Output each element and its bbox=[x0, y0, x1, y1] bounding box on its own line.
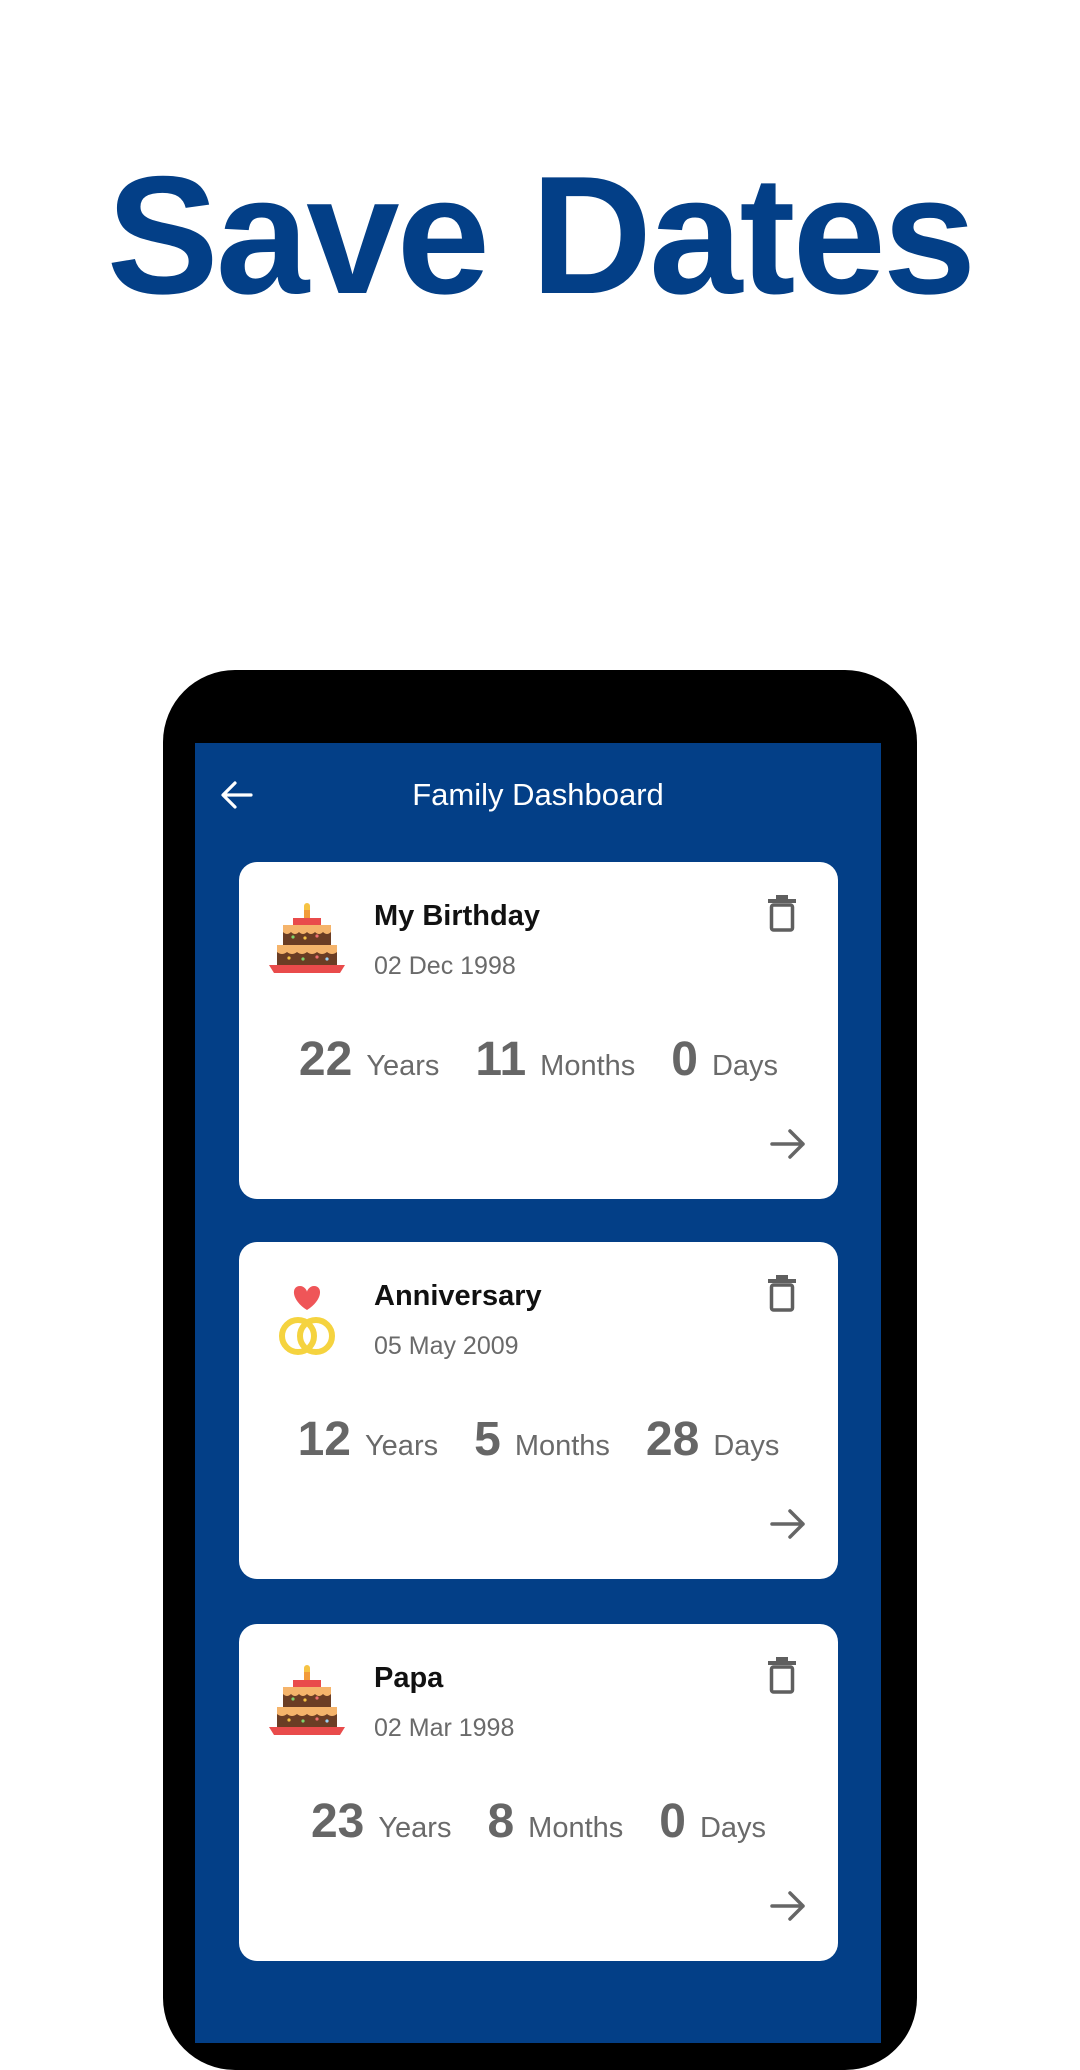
arrow-right-icon bbox=[770, 1891, 805, 1921]
months-value: 8 bbox=[487, 1795, 515, 1848]
days-label: Days bbox=[699, 1812, 767, 1844]
months-label: Months bbox=[528, 1812, 624, 1844]
years-label: Years bbox=[378, 1812, 452, 1844]
wedding-rings-icon bbox=[267, 1280, 347, 1360]
delete-button[interactable] bbox=[762, 1652, 802, 1698]
screen-title: Family Dashboard bbox=[412, 777, 664, 812]
years-stat: 12 Years bbox=[298, 1412, 439, 1468]
card-title: My Birthday bbox=[374, 900, 540, 932]
days-value: 0 bbox=[671, 1033, 698, 1086]
open-details-button[interactable] bbox=[766, 1124, 810, 1164]
trash-icon bbox=[768, 1657, 796, 1694]
card-title: Anniversary bbox=[374, 1280, 542, 1312]
card-date: 02 Mar 1998 bbox=[374, 1714, 515, 1742]
open-details-button[interactable] bbox=[766, 1886, 810, 1926]
card-date: 05 May 2009 bbox=[374, 1332, 519, 1360]
arrow-right-icon bbox=[770, 1509, 805, 1539]
birthday-cake-icon bbox=[267, 900, 347, 980]
years-value: 12 bbox=[297, 1413, 351, 1466]
days-stat: 0 Days bbox=[671, 1032, 778, 1088]
years-stat: 23 Years bbox=[311, 1794, 452, 1850]
card-title: Papa bbox=[374, 1662, 444, 1694]
app-bar: Family Dashboard bbox=[195, 743, 881, 847]
trash-icon bbox=[768, 895, 796, 932]
months-stat: 8 Months bbox=[487, 1794, 623, 1850]
days-stat: 0 Days bbox=[659, 1794, 766, 1850]
days-value: 28 bbox=[645, 1413, 700, 1466]
months-value: 5 bbox=[474, 1413, 501, 1466]
delete-button[interactable] bbox=[762, 1270, 802, 1316]
date-card[interactable]: My Birthday 02 Dec 1998 22 Years 11 Mont… bbox=[239, 862, 838, 1199]
elapsed-time: 23 Years 8 Months 0 Days bbox=[239, 1794, 838, 1850]
elapsed-time: 22 Years 11 Months 0 Days bbox=[239, 1032, 838, 1088]
days-label: Days bbox=[713, 1430, 780, 1462]
birthday-cake-icon bbox=[267, 1662, 347, 1742]
months-stat: 11 Months bbox=[475, 1032, 635, 1088]
days-label: Days bbox=[711, 1050, 779, 1082]
months-stat: 5 Months bbox=[474, 1412, 610, 1468]
trash-icon bbox=[768, 1275, 796, 1312]
open-details-button[interactable] bbox=[766, 1504, 810, 1544]
promo-headline: Save Dates bbox=[106, 141, 977, 329]
months-value: 11 bbox=[475, 1033, 527, 1086]
arrow-right-icon bbox=[770, 1129, 805, 1159]
app-screen: Family Dashboard My Birthday 02 Dec 1998… bbox=[195, 743, 881, 2043]
months-label: Months bbox=[540, 1050, 636, 1082]
card-date: 02 Dec 1998 bbox=[374, 952, 516, 980]
years-label: Years bbox=[366, 1050, 440, 1082]
months-label: Months bbox=[514, 1430, 610, 1462]
elapsed-time: 12 Years 5 Months 28 Days bbox=[239, 1412, 838, 1468]
years-label: Years bbox=[365, 1430, 439, 1462]
days-value: 0 bbox=[659, 1795, 686, 1848]
date-card[interactable]: Anniversary 05 May 2009 12 Years 5 Month… bbox=[239, 1242, 838, 1579]
date-card[interactable]: Papa 02 Mar 1998 23 Years 8 Months 0 Day… bbox=[239, 1624, 838, 1961]
years-value: 23 bbox=[310, 1795, 365, 1848]
years-value: 22 bbox=[298, 1033, 353, 1086]
years-stat: 22 Years bbox=[299, 1032, 440, 1088]
days-stat: 28 Days bbox=[646, 1412, 779, 1468]
delete-button[interactable] bbox=[762, 890, 802, 936]
